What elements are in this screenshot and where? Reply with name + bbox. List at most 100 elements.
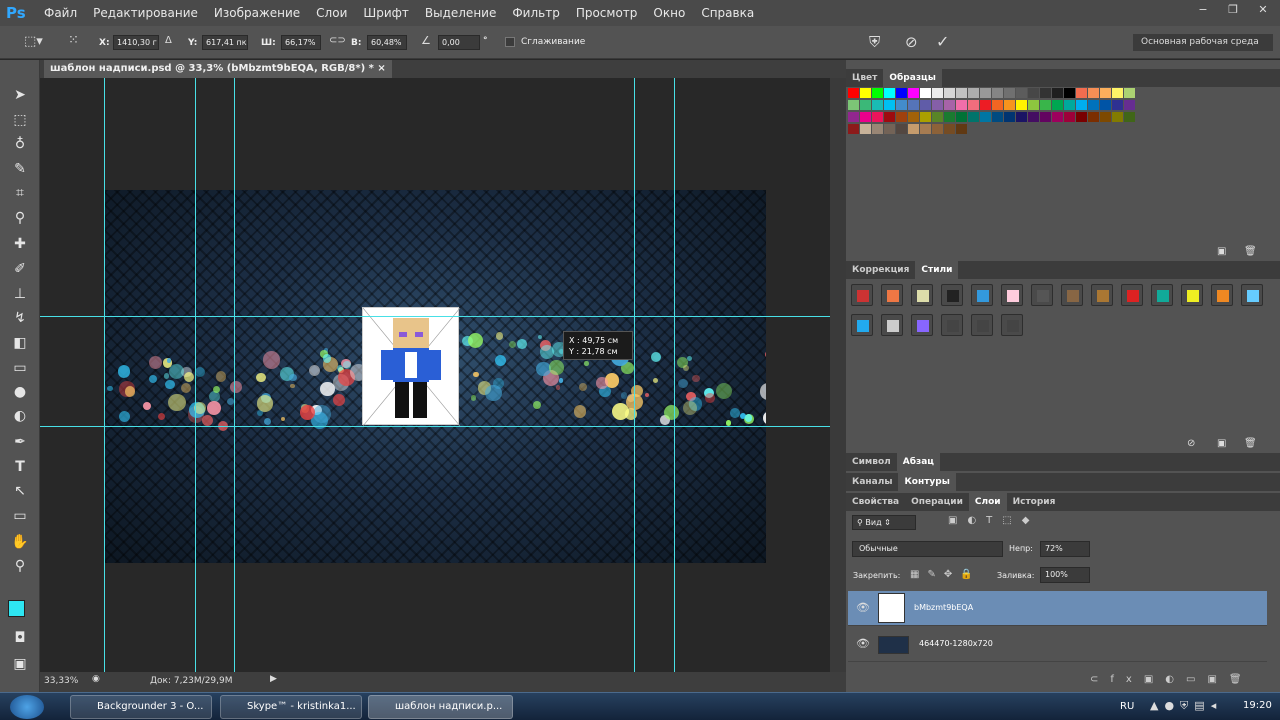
color-swatch[interactable] (956, 112, 967, 122)
color-swatch[interactable] (932, 112, 943, 122)
y-field[interactable]: 617,41 пк (202, 35, 248, 50)
type-tool-icon[interactable]: T (9, 457, 31, 477)
style-preset[interactable] (1001, 314, 1023, 336)
guide-vertical[interactable] (104, 78, 105, 672)
tab-character[interactable]: Символ (846, 453, 897, 471)
style-preset[interactable] (851, 284, 873, 306)
move-tool-preset-icon[interactable]: ⬚▾ (24, 34, 43, 49)
menu-image[interactable]: Изображение (206, 0, 308, 26)
color-swatch[interactable] (1112, 112, 1123, 122)
color-swatch[interactable] (1112, 100, 1123, 110)
color-swatch[interactable] (1016, 100, 1027, 110)
restore-button[interactable]: ❐ (1220, 2, 1246, 18)
tab-paths[interactable]: Контуры (898, 473, 956, 491)
color-swatch[interactable] (944, 100, 955, 110)
color-swatch[interactable] (896, 100, 907, 110)
color-swatch[interactable] (980, 112, 991, 122)
shape-tool-icon[interactable]: ▭ (9, 506, 31, 526)
color-swatch[interactable] (1100, 100, 1111, 110)
visibility-eye-icon[interactable]: 👁 (856, 601, 870, 614)
zoom-level[interactable]: 33,33% (44, 676, 78, 686)
height-field[interactable]: 60,48% (367, 35, 407, 50)
path-select-tool-icon[interactable]: ↖ (9, 481, 31, 501)
color-swatch[interactable] (1040, 100, 1051, 110)
swatches-grid[interactable] (848, 88, 1268, 138)
menu-filter[interactable]: Фильтр (504, 0, 567, 26)
taskbar-item[interactable]: Backgrounder 3 - O... (70, 695, 212, 719)
style-preset[interactable] (1031, 284, 1053, 306)
quick-select-tool-icon[interactable]: ✎ (9, 159, 31, 179)
layer-row[interactable]: 👁 464470-1280x720 (848, 627, 1267, 662)
color-swatch[interactable] (1076, 112, 1087, 122)
pen-tool-icon[interactable]: ✒ (9, 432, 31, 452)
lasso-tool-icon[interactable]: ♁ (9, 134, 31, 154)
color-swatch[interactable] (992, 88, 1003, 98)
color-swatch[interactable] (872, 88, 883, 98)
hand-tool-icon[interactable]: ✋ (9, 532, 31, 552)
color-swatch[interactable] (1028, 112, 1039, 122)
color-swatch[interactable] (1100, 88, 1111, 98)
color-swatch[interactable] (884, 100, 895, 110)
quick-mask-icon[interactable]: ◘ (9, 628, 31, 648)
style-preset[interactable] (941, 284, 963, 306)
color-swatch[interactable] (1076, 88, 1087, 98)
taskbar-item[interactable]: шаблон надписи.p... (368, 695, 513, 719)
minimize-button[interactable]: − (1190, 2, 1216, 18)
delta-icon[interactable]: Δ (165, 35, 172, 46)
new-style-icon[interactable]: ▣ (1217, 438, 1226, 449)
style-preset[interactable] (881, 284, 903, 306)
color-swatch[interactable] (1004, 112, 1015, 122)
color-swatch[interactable] (896, 112, 907, 122)
color-swatch[interactable] (1088, 100, 1099, 110)
color-swatch[interactable] (1064, 112, 1075, 122)
color-swatch[interactable] (1040, 112, 1051, 122)
color-swatch[interactable] (932, 100, 943, 110)
style-preset[interactable] (1211, 284, 1233, 306)
menu-select[interactable]: Выделение (417, 0, 504, 26)
style-preset[interactable] (1061, 284, 1083, 306)
color-swatch[interactable] (848, 112, 859, 122)
guide-vertical[interactable] (195, 78, 196, 672)
guide-horizontal[interactable] (40, 426, 830, 427)
color-swatch[interactable] (944, 124, 955, 134)
style-preset[interactable] (851, 314, 873, 336)
color-swatch[interactable] (1064, 100, 1075, 110)
color-swatch[interactable] (980, 88, 991, 98)
screen-mode-icon[interactable]: ▣ (9, 654, 31, 674)
style-preset[interactable] (1121, 284, 1143, 306)
color-swatch[interactable] (1028, 88, 1039, 98)
eyedropper-tool-icon[interactable]: ⚲ (9, 208, 31, 228)
color-swatch[interactable] (896, 88, 907, 98)
transform-bounding-box[interactable] (362, 307, 461, 427)
color-swatch[interactable] (1004, 100, 1015, 110)
guide-vertical[interactable] (674, 78, 675, 672)
dodge-tool-icon[interactable]: ◐ (9, 406, 31, 426)
color-swatch[interactable] (1076, 100, 1087, 110)
color-swatch[interactable] (944, 88, 955, 98)
color-swatch[interactable] (932, 88, 943, 98)
lock-icons[interactable]: ▦✎✥🔒 (910, 569, 981, 580)
status-info-icon[interactable]: ◉ (92, 674, 100, 684)
style-preset[interactable] (1181, 284, 1203, 306)
layer-filter-select[interactable]: ⚲ Вид ⇕ (852, 515, 916, 530)
angle-field[interactable]: 0,00 (438, 35, 480, 50)
color-swatch[interactable] (992, 112, 1003, 122)
delete-swatch-icon[interactable]: 🗑 (1244, 246, 1257, 257)
history-brush-tool-icon[interactable]: ↯ (9, 308, 31, 328)
color-swatch[interactable] (1112, 88, 1123, 98)
style-preset[interactable] (911, 284, 933, 306)
color-swatch[interactable] (932, 124, 943, 134)
color-swatch[interactable] (1064, 88, 1075, 98)
styles-grid[interactable] (848, 282, 1268, 342)
language-indicator[interactable]: RU (1120, 701, 1134, 712)
color-swatch[interactable] (956, 124, 967, 134)
menu-help[interactable]: Справка (693, 0, 762, 26)
color-swatch[interactable] (884, 124, 895, 134)
commit-transform-icon[interactable]: ✓ (936, 32, 949, 51)
tab-adjustments[interactable]: Коррекция (846, 261, 915, 279)
color-swatch[interactable] (884, 112, 895, 122)
color-swatch[interactable] (860, 112, 871, 122)
layer-row[interactable]: 👁 bMbzmt9bEQA (848, 591, 1267, 626)
color-swatch[interactable] (920, 112, 931, 122)
color-swatch[interactable] (1124, 88, 1135, 98)
